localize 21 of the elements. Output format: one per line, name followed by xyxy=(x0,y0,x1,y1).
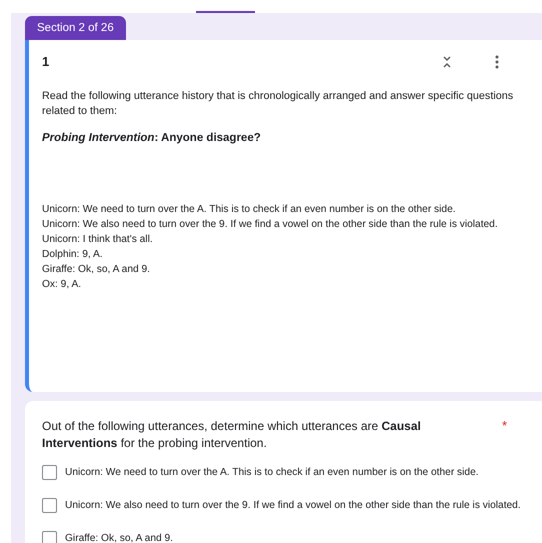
checkbox[interactable] xyxy=(42,498,57,513)
option-label[interactable]: Unicorn: We need to turn over the A. This is to check if an even number is on the other side. xyxy=(65,467,479,478)
required-mark: * xyxy=(502,418,508,435)
section-description: Read the following utterance history that is chronologically arranged and answer specific questions related to them: xyxy=(42,89,514,119)
utterance-line: Ox: 9, A. xyxy=(42,278,82,292)
checkbox[interactable] xyxy=(42,465,57,480)
section-tab[interactable]: Section 2 of 26 xyxy=(25,16,126,40)
utterance-line: Unicorn: I think that's all. xyxy=(42,233,154,247)
checkbox[interactable] xyxy=(42,531,57,543)
utterance-line: Unicorn: We also need to turn over the 9. If we find a vowel on the other side than the rule is violated. xyxy=(42,218,499,232)
section-title: 1 xyxy=(42,54,50,69)
option-label[interactable]: Unicorn: We also need to turn over the 9. If we find a vowel on the other side than the rule is violated. xyxy=(65,500,521,511)
utterance-line: Unicorn: We need to turn over the A. This is to check if an even number is on the other side. xyxy=(42,203,457,217)
utterance-line: Dolphin: 9, A. xyxy=(42,248,104,262)
probing-intervention: Probing Intervention: Anyone disagree? xyxy=(42,132,262,144)
collapse-icon[interactable] xyxy=(443,56,451,68)
option-label[interactable]: Giraffe: Ok, so, A and 9. xyxy=(65,533,173,543)
utterance-line: Giraffe: Ok, so, A and 9. xyxy=(42,263,151,277)
more-icon[interactable] xyxy=(495,54,499,68)
active-tab-underline xyxy=(196,11,255,13)
question-text: Out of the following utterances, determine which utterances are Causal Interventions for the probing intervention. xyxy=(42,418,422,451)
